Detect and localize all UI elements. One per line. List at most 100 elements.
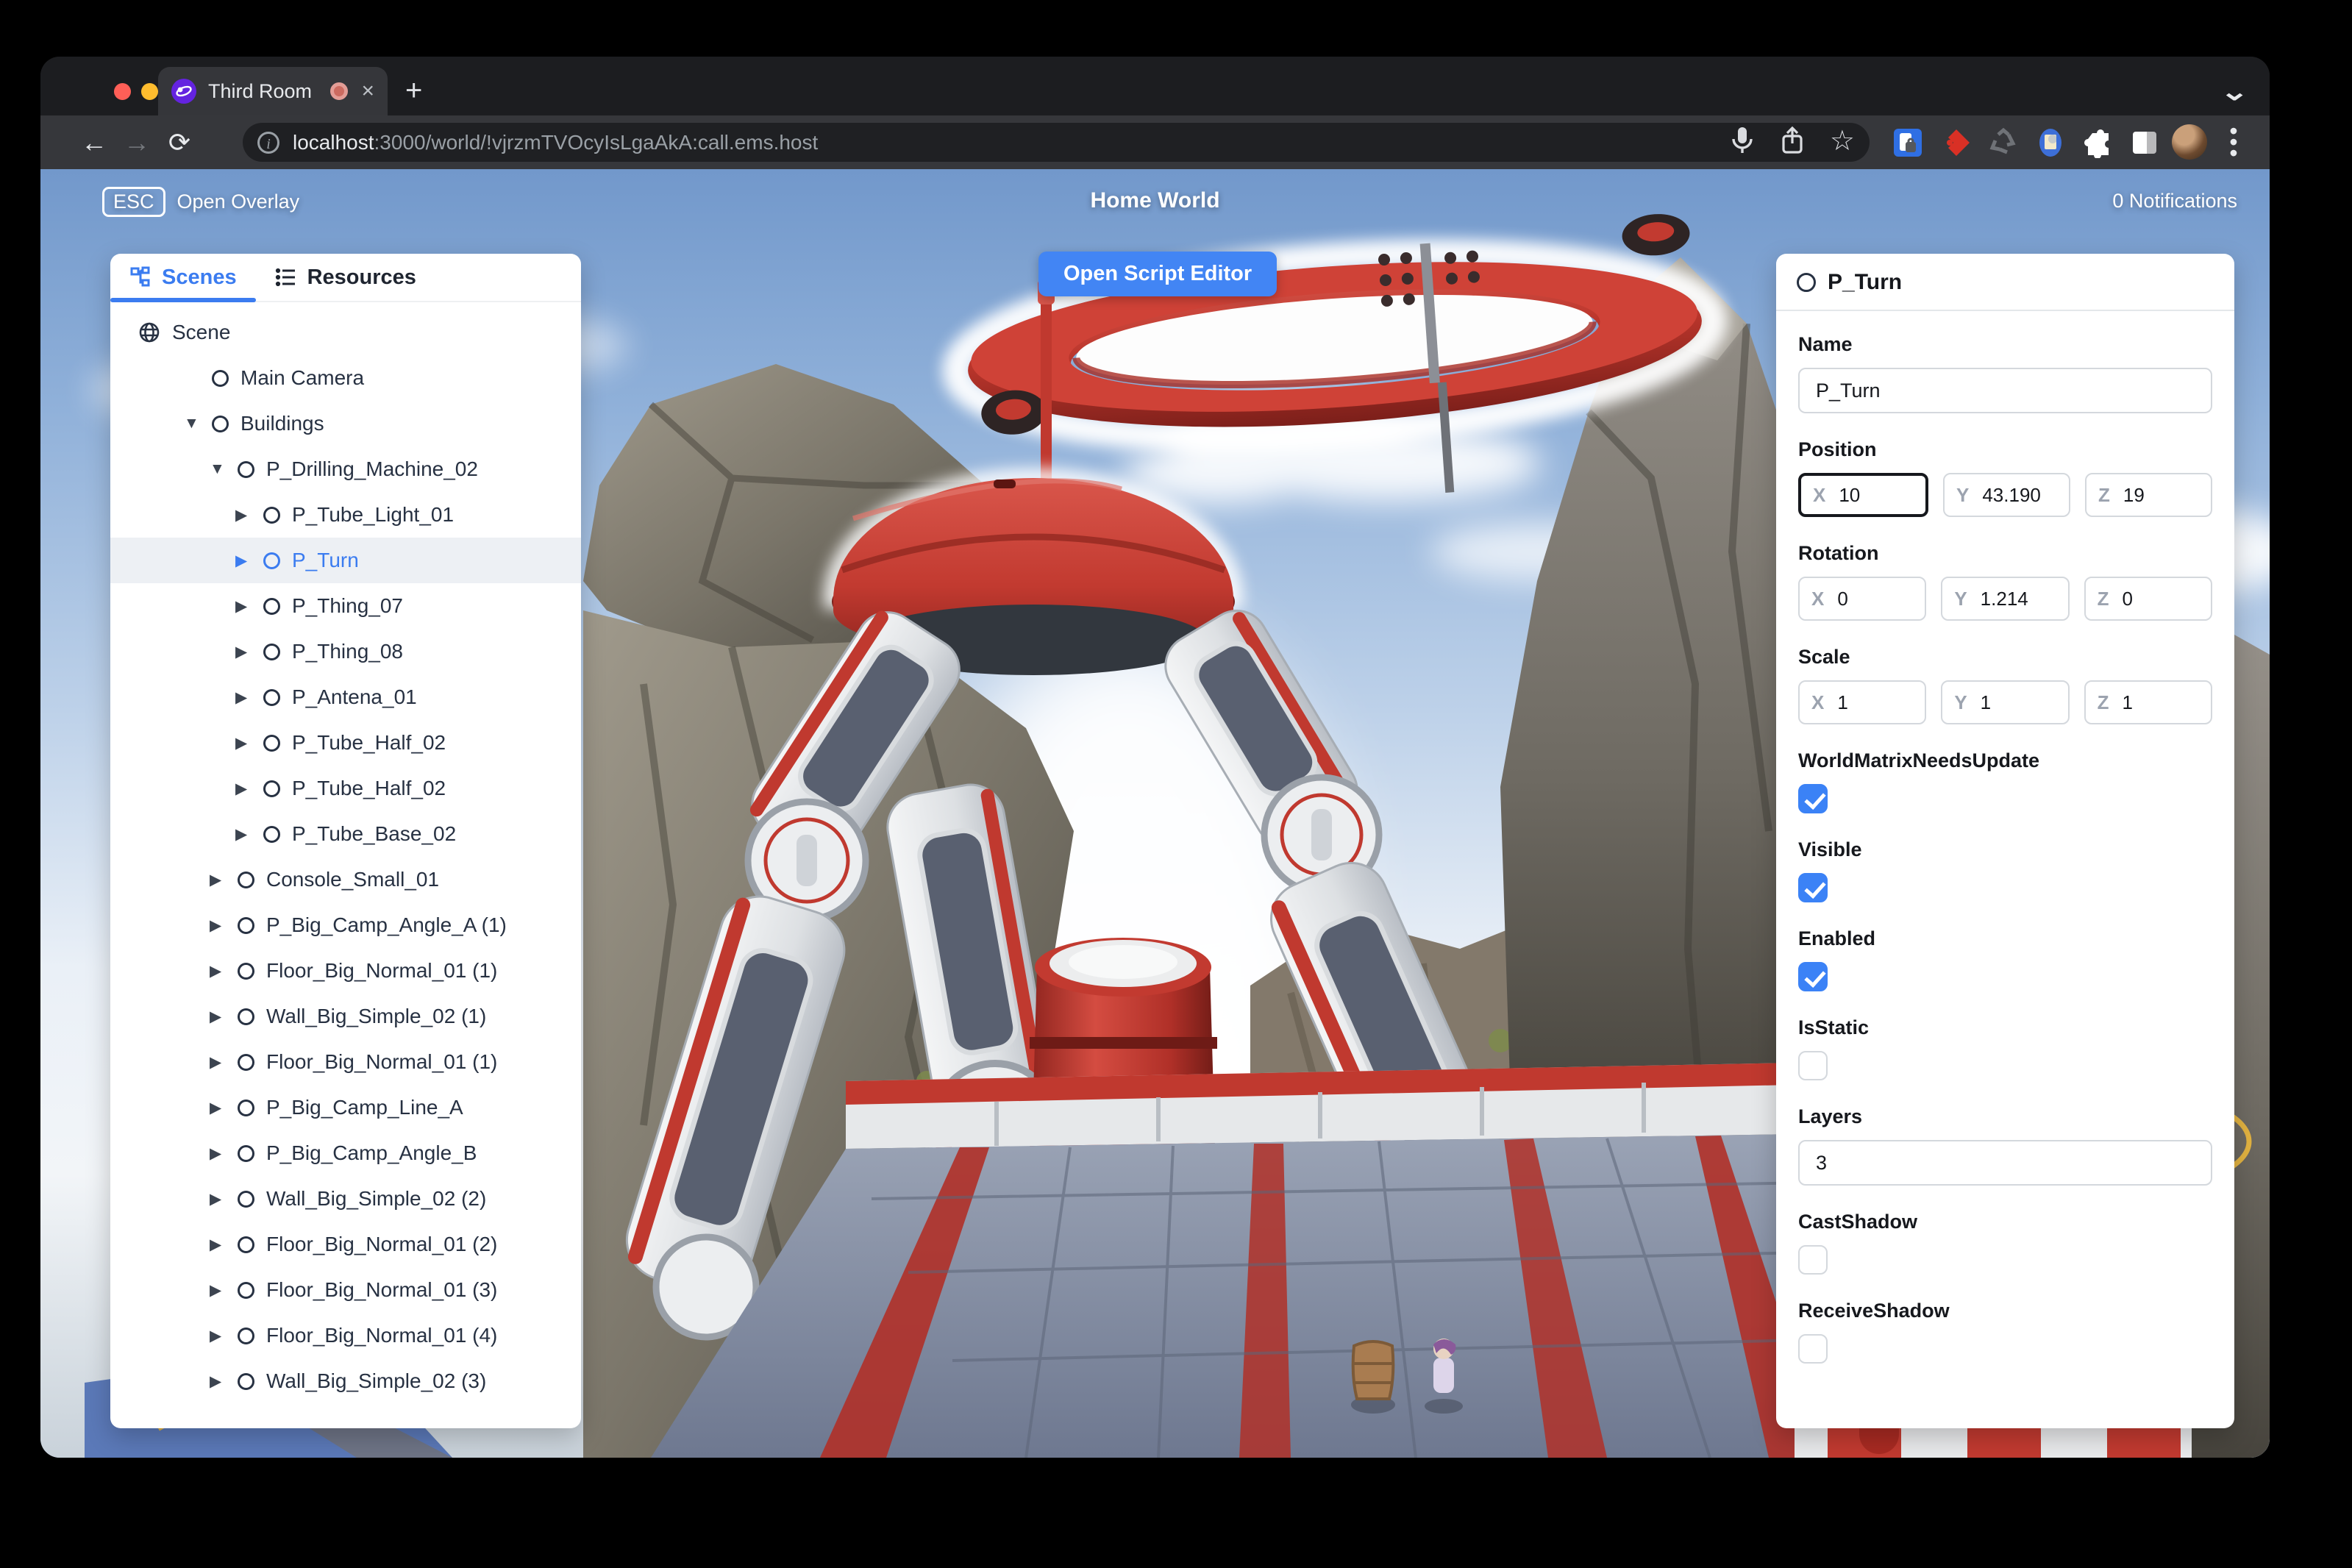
tree-item[interactable]: ▶ P_Big_Camp_Line_A — [110, 1085, 581, 1130]
scale-y-input[interactable] — [1978, 690, 2056, 715]
tab-resources[interactable]: Resources — [256, 254, 435, 301]
tree-item[interactable]: ▶ Console_Small_01 — [110, 857, 581, 902]
rotation-z-field[interactable]: Z — [2084, 577, 2212, 621]
tree-item[interactable]: ▶ Wall_Big_Simple_02 (3) — [110, 1358, 581, 1404]
caret-right-icon[interactable]: ▶ — [210, 1372, 238, 1391]
rotation-y-input[interactable] — [1978, 586, 2056, 611]
position-y-input[interactable] — [1981, 482, 2057, 507]
recycle-extension-icon[interactable] — [1988, 127, 2019, 158]
caret-right-icon[interactable]: ▶ — [210, 1281, 238, 1300]
name-field[interactable] — [1798, 368, 2212, 413]
tree-item[interactable]: ▶ P_Tube_Light_01 — [110, 492, 581, 538]
scale-z-input[interactable] — [2120, 690, 2199, 715]
close-window-button[interactable] — [114, 83, 131, 100]
scale-x-field[interactable]: X — [1798, 680, 1927, 724]
side-panel-icon[interactable] — [2129, 127, 2160, 158]
forward-button[interactable]: → — [115, 127, 158, 158]
position-x-input[interactable] — [1837, 482, 1914, 507]
tree-item[interactable]: ▶ P_Big_Camp_Angle_A (1) — [110, 902, 581, 948]
address-bar[interactable]: i localhost:3000/world/!vjrzmTVOcyIsLgaA… — [243, 123, 1870, 162]
caret-right-icon[interactable]: ▶ — [210, 916, 238, 935]
caret-right-icon[interactable]: ▶ — [210, 1144, 238, 1163]
name-input[interactable] — [1814, 378, 2196, 403]
tree-item[interactable]: ▼ P_Drilling_Machine_02 — [110, 446, 581, 492]
tree-item-scene[interactable]: Scene — [110, 310, 581, 355]
scale-x-input[interactable] — [1836, 690, 1914, 715]
tab-search-chevron-icon[interactable]: ⌄ — [2220, 77, 2249, 107]
tree-item[interactable]: ▼ Buildings — [110, 401, 581, 446]
tree-item[interactable]: ▶ P_Big_Camp_Angle_B — [110, 1130, 581, 1176]
caret-right-icon[interactable]: ▶ — [235, 825, 263, 844]
position-x-field[interactable]: X — [1798, 473, 1928, 517]
caret-right-icon[interactable]: ▶ — [210, 1008, 238, 1026]
castshadow-checkbox[interactable] — [1798, 1245, 1828, 1275]
browser-menu-icon[interactable]: • • • — [2226, 119, 2241, 165]
layers-field[interactable] — [1798, 1140, 2212, 1186]
rotation-z-input[interactable] — [2120, 586, 2199, 611]
tree-item[interactable]: ▶ P_Tube_Base_02 — [110, 811, 581, 857]
position-y-field[interactable]: Y — [1943, 473, 2070, 517]
minimize-window-button[interactable] — [141, 83, 158, 100]
caret-right-icon[interactable]: ▶ — [210, 1053, 238, 1072]
caret-right-icon[interactable]: ▶ — [210, 962, 238, 980]
scale-y-field[interactable]: Y — [1941, 680, 2070, 724]
worldmatrixneedsupdate-checkbox[interactable] — [1798, 784, 1828, 813]
caret-right-icon[interactable]: ▶ — [235, 734, 263, 752]
tree-item[interactable]: ▶ Floor_Big_Normal_01 (1) — [110, 1039, 581, 1085]
browser-tab[interactable]: Third Room × — [158, 67, 388, 115]
red-diamond-extension-icon[interactable] — [1941, 127, 1972, 158]
share-icon[interactable] — [1780, 126, 1805, 159]
reload-button[interactable]: ⟳ — [158, 127, 201, 158]
enabled-checkbox[interactable] — [1798, 962, 1828, 991]
open-script-editor-button[interactable]: Open Script Editor — [1038, 252, 1277, 296]
notifications-status[interactable]: 0 Notifications — [2112, 190, 2237, 213]
caret-right-icon[interactable]: ▶ — [210, 1099, 238, 1117]
layers-input[interactable] — [1814, 1150, 2196, 1175]
tree-item[interactable]: ▶ P_Antena_01 — [110, 674, 581, 720]
rotation-x-input[interactable] — [1836, 586, 1914, 611]
site-info-icon[interactable]: i — [257, 131, 279, 154]
dark-reader-extension-icon[interactable] — [2035, 127, 2066, 158]
tab-scenes[interactable]: Scenes — [110, 254, 256, 302]
tree-item-p-turn[interactable]: ▶ P_Turn — [110, 538, 581, 583]
tree-item[interactable]: ▶ Floor_Big_Normal_01 (2) — [110, 1222, 581, 1267]
tree-item[interactable]: Main Camera — [110, 355, 581, 401]
tree-item[interactable]: ▶ Wall_Big_Simple_02 (1) — [110, 994, 581, 1039]
caret-right-icon[interactable]: ▶ — [210, 1190, 238, 1208]
caret-right-icon[interactable]: ▶ — [235, 780, 263, 798]
receiveshadow-checkbox[interactable] — [1798, 1334, 1828, 1364]
rotation-y-field[interactable]: Y — [1941, 577, 2070, 621]
tree-item[interactable]: ▶ P_Thing_07 — [110, 583, 581, 629]
caret-down-icon[interactable]: ▼ — [184, 415, 212, 432]
microphone-icon[interactable] — [1730, 126, 1755, 159]
world-viewport[interactable]: ESC Open Overlay Home World 0 Notificati… — [40, 169, 2270, 1458]
tree-item[interactable]: ▶ Wall_Big_Simple_02 (2) — [110, 1176, 581, 1222]
caret-right-icon[interactable]: ▶ — [235, 506, 263, 524]
rotation-x-field[interactable]: X — [1798, 577, 1927, 621]
position-z-input[interactable] — [2121, 482, 2199, 507]
caret-right-icon[interactable]: ▶ — [210, 871, 238, 889]
isstatic-checkbox[interactable] — [1798, 1051, 1828, 1080]
tree-item[interactable]: ▶ Floor_Big_Normal_01 (3) — [110, 1267, 581, 1313]
caret-down-icon[interactable]: ▼ — [210, 460, 238, 478]
visible-checkbox[interactable] — [1798, 873, 1828, 902]
back-button[interactable]: ← — [73, 127, 115, 158]
caret-right-icon[interactable]: ▶ — [235, 643, 263, 661]
profile-avatar[interactable] — [2172, 124, 2207, 160]
position-z-field[interactable]: Z — [2085, 473, 2212, 517]
close-tab-icon[interactable]: × — [361, 80, 374, 102]
caret-right-icon[interactable]: ▶ — [235, 688, 263, 707]
extensions-puzzle-icon[interactable] — [2082, 127, 2113, 159]
caret-right-icon[interactable]: ▶ — [235, 597, 263, 616]
caret-right-icon[interactable]: ▶ — [210, 1236, 238, 1254]
tree-item[interactable]: ▶ P_Tube_Half_02 — [110, 766, 581, 811]
password-manager-extension-icon[interactable] — [1892, 127, 1923, 158]
tree-item[interactable]: ▶ P_Thing_08 — [110, 629, 581, 674]
caret-right-icon[interactable]: ▶ — [210, 1327, 238, 1345]
scale-z-field[interactable]: Z — [2084, 680, 2212, 724]
caret-right-icon[interactable]: ▶ — [235, 552, 263, 570]
tree-item[interactable]: ▶ Floor_Big_Normal_01 (1) — [110, 948, 581, 994]
new-tab-button[interactable]: + — [405, 76, 422, 105]
bookmark-star-icon[interactable]: ☆ — [1830, 124, 1855, 157]
tree-item[interactable]: ▶ P_Tube_Half_02 — [110, 720, 581, 766]
